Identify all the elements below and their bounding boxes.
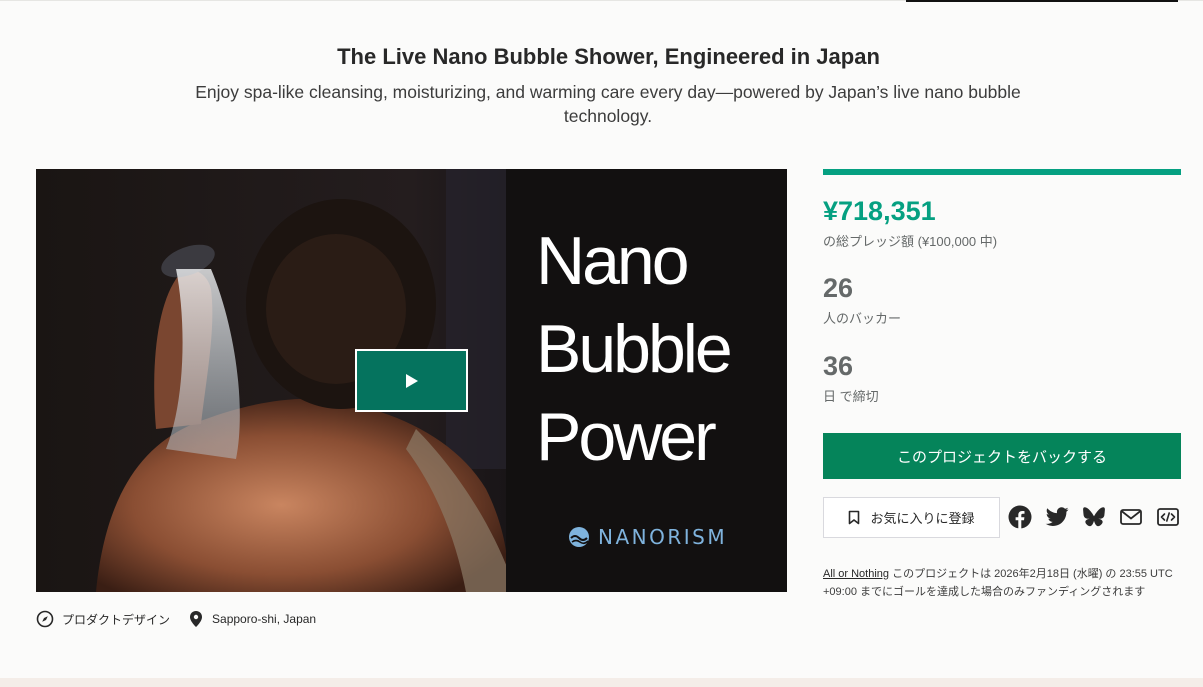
pledged-label: の総プレッジ額 (¥100,000 中) [823,234,998,249]
pledged-amount: ¥718,351 [823,196,936,226]
map-pin-icon [190,611,203,627]
category-link[interactable]: プロダクトデザイン [36,610,170,628]
nanorism-logo-icon [569,527,589,547]
remind-me-label: お気に入りに登録 [870,511,975,526]
mail-icon[interactable] [1119,505,1143,529]
remind-me-button[interactable]: お気に入りに登録 [823,497,1000,538]
video-headline: Nano Bubble Power [536,223,733,475]
twitter-icon[interactable] [1045,505,1069,529]
top-accent-line [906,0,1178,2]
project-meta: プロダクトデザイン Sapporo-shi, Japan [36,610,316,628]
bookmark-icon [849,510,860,525]
brand-logo-text: NANORISM [598,525,728,549]
project-title: The Live Nano Bubble Shower, Engineered … [337,44,880,69]
funding-progress-bar [823,169,1181,175]
back-project-button[interactable]: このプロジェクトをバックする [823,433,1181,479]
days-label: 日 で締切 [823,389,879,404]
project-blurb: Enjoy spa-like cleansing, moisturizing, … [195,82,1021,126]
play-button[interactable] [355,349,468,412]
brand-logo: NANORISM [568,525,727,549]
bluesky-icon[interactable] [1082,505,1106,529]
bottom-section-band [0,678,1203,687]
funding-progress-fill [823,169,1181,175]
share-icons [1008,505,1180,529]
facebook-icon[interactable] [1008,505,1032,529]
embed-icon[interactable] [1156,505,1180,529]
all-or-nothing-link[interactable]: All or Nothing [823,568,889,580]
compass-icon [36,610,54,628]
location-label: Sapporo-shi, Japan [212,612,317,626]
project-video[interactable]: Nano Bubble Power NANORISM [36,169,787,592]
play-icon [405,373,418,388]
backers-count: 26 [823,273,854,303]
backers-label: 人のバッカー [823,311,902,326]
funding-note: All or Nothing このプロジェクトは 2026年2月18日 (水曜)… [823,566,1183,601]
category-label: プロダクトデザイン [62,612,171,627]
days-remaining: 36 [823,351,854,381]
location-link[interactable]: Sapporo-shi, Japan [188,610,316,628]
